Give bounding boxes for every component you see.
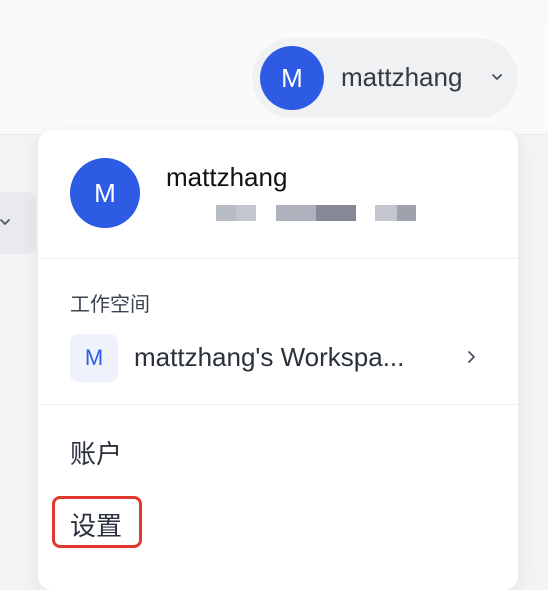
user-menu-button[interactable]: M mattzhang <box>252 38 518 118</box>
user-name: mattzhang <box>166 162 288 192</box>
redaction-block <box>276 205 316 221</box>
avatar-initial: M <box>94 177 116 208</box>
menu-item-account[interactable]: 账户 <box>70 434 122 471</box>
chevron-down-icon <box>492 74 502 80</box>
redaction-block <box>236 205 256 221</box>
avatar-initial: M <box>281 62 303 93</box>
avatar: M <box>70 158 140 228</box>
divider <box>38 404 518 405</box>
divider <box>38 258 518 259</box>
username: mattzhang <box>341 62 463 92</box>
redaction-block <box>397 205 416 221</box>
workspace-name: mattzhang's Workspa... <box>134 342 405 372</box>
menu-item-settings[interactable]: 设置 <box>70 506 122 543</box>
workspace-initial: M <box>84 345 104 370</box>
user-dropdown-menu: M mattzhang 工作空间 M mattzhang's Workspa..… <box>38 130 518 590</box>
workspace-item[interactable]: M mattzhang's Workspa... <box>38 328 518 388</box>
workspace-icon: M <box>70 334 118 382</box>
redaction-block <box>375 205 397 221</box>
chevron-right-icon <box>468 351 475 363</box>
chevron-down-icon <box>0 219 10 225</box>
avatar: M <box>260 46 324 110</box>
redaction-block <box>216 205 236 221</box>
redaction-block <box>316 205 356 221</box>
workspace-section-label: 工作空间 <box>70 294 150 316</box>
top-strip <box>0 0 548 22</box>
